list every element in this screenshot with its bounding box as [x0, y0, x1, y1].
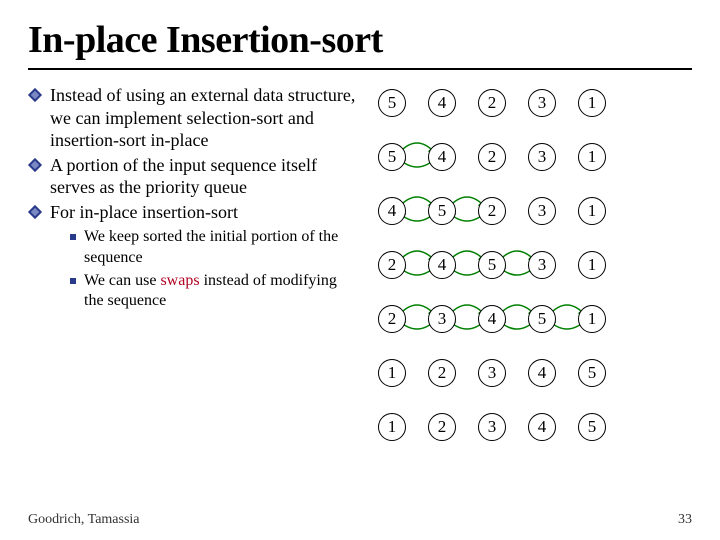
sort-value-circle: 1: [578, 251, 606, 279]
text-column: Instead of using an external data struct…: [28, 84, 358, 442]
sort-value-circle: 4: [428, 143, 456, 171]
sort-value-circle: 3: [428, 305, 456, 333]
sort-value-circle: 1: [378, 413, 406, 441]
sort-value-circle: 4: [428, 89, 456, 117]
sort-value-circle: 3: [528, 143, 556, 171]
sort-steps: 54231542314523124531234511234512345: [378, 88, 692, 442]
sort-value-circle: 2: [378, 251, 406, 279]
diagram-column: 54231542314523124531234511234512345: [378, 84, 692, 442]
sort-value-circle: 3: [528, 89, 556, 117]
page-title: In-place Insertion-sort: [28, 18, 692, 62]
sort-step-row: 45231: [378, 196, 692, 226]
sub-bullet-item: We keep sorted the initial portion of th…: [50, 227, 358, 269]
sort-value-circle: 2: [478, 89, 506, 117]
bullet-list: Instead of using an external data struct…: [28, 84, 358, 312]
sort-value-circle: 2: [428, 413, 456, 441]
sort-value-circle: 5: [578, 359, 606, 387]
sort-step-row: 54231: [378, 142, 692, 172]
sort-value-circle: 3: [478, 413, 506, 441]
sort-value-circle: 4: [528, 359, 556, 387]
sub-text: We can use: [84, 272, 160, 289]
sort-value-circle: 1: [578, 89, 606, 117]
sort-value-circle: 5: [378, 89, 406, 117]
sort-value-circle: 4: [528, 413, 556, 441]
bullet-item: For in-place insertion-sort We keep sort…: [28, 201, 358, 313]
sort-value-circle: 3: [478, 359, 506, 387]
sort-value-circle: 2: [428, 359, 456, 387]
bullet-text: For in-place insertion-sort: [50, 202, 238, 222]
sort-step-row: 12345: [378, 412, 692, 442]
sort-value-circle: 2: [478, 197, 506, 225]
sort-step-row: 12345: [378, 358, 692, 388]
sort-step-row: 24531: [378, 250, 692, 280]
content-area: Instead of using an external data struct…: [28, 84, 692, 442]
bullet-item: A portion of the input sequence itself s…: [28, 154, 358, 199]
highlight-swaps: swaps: [160, 272, 199, 289]
sub-bullet-item: We can use swaps instead of modifying th…: [50, 271, 358, 313]
sort-value-circle: 2: [378, 305, 406, 333]
sort-value-circle: 3: [528, 197, 556, 225]
sort-step-row: 23451: [378, 304, 692, 334]
sort-value-circle: 3: [528, 251, 556, 279]
sort-value-circle: 5: [378, 143, 406, 171]
sort-value-circle: 1: [578, 305, 606, 333]
page-number: 33: [678, 512, 692, 528]
sort-value-circle: 2: [478, 143, 506, 171]
sort-value-circle: 4: [428, 251, 456, 279]
sort-value-circle: 1: [578, 143, 606, 171]
bullet-item: Instead of using an external data struct…: [28, 84, 358, 152]
sort-value-circle: 5: [428, 197, 456, 225]
sort-value-circle: 5: [578, 413, 606, 441]
sort-value-circle: 5: [528, 305, 556, 333]
sort-value-circle: 1: [578, 197, 606, 225]
divider: [28, 68, 692, 70]
sub-bullet-list: We keep sorted the initial portion of th…: [50, 227, 358, 312]
sort-value-circle: 1: [378, 359, 406, 387]
sort-value-circle: 4: [478, 305, 506, 333]
sort-step-row: 54231: [378, 88, 692, 118]
sort-value-circle: 5: [478, 251, 506, 279]
footer-author: Goodrich, Tamassia: [28, 512, 140, 528]
sort-value-circle: 4: [378, 197, 406, 225]
